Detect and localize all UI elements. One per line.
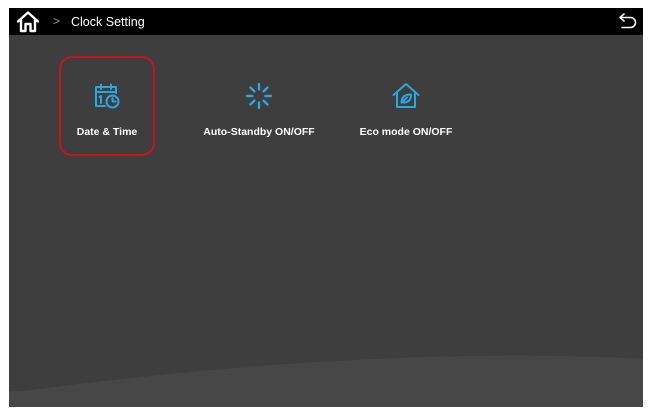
back-arrow-icon: [619, 13, 637, 29]
back-button[interactable]: [618, 12, 638, 30]
decorative-wave: [9, 355, 643, 407]
standby-loader-icon: [245, 82, 273, 110]
breadcrumb-separator: >: [53, 14, 61, 28]
auto-standby-tile[interactable]: Auto-Standby ON/OFF: [184, 56, 334, 156]
home-button[interactable]: [16, 10, 40, 33]
clock-setting-screen: > Clock Setting Date & Time Auto-Standby…: [9, 8, 643, 407]
page-title: Clock Setting: [71, 15, 145, 29]
home-icon: [16, 11, 40, 33]
eco-mode-tile[interactable]: Eco mode ON/OFF: [339, 56, 473, 156]
top-bar: > Clock Setting: [9, 8, 643, 35]
tile-label: Date & Time: [76, 126, 138, 138]
tile-label: Eco mode ON/OFF: [359, 126, 453, 138]
date-time-tile[interactable]: Date & Time: [59, 56, 155, 156]
calendar-clock-icon: [95, 83, 120, 109]
tile-label: Auto-Standby ON/OFF: [203, 126, 315, 138]
eco-home-leaf-icon: [392, 83, 420, 108]
